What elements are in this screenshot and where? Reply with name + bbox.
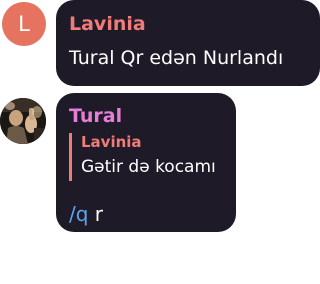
chat-view: L Lavinia Tural Qr edən Nurlandı Tural L… xyxy=(0,0,320,284)
reply-sender-name: Lavinia xyxy=(81,133,142,151)
user-photo-icon xyxy=(0,98,46,144)
reply-text: Gətir də kocamı xyxy=(81,157,216,177)
avatar-lavinia[interactable]: L xyxy=(2,2,46,46)
message-bubble[interactable]: Tural Lavinia Gətir də kocamı /q r xyxy=(56,93,236,232)
avatar-tural[interactable] xyxy=(0,98,46,144)
message-bubble[interactable]: Lavinia Tural Qr edən Nurlandı xyxy=(56,0,320,86)
bot-command-link[interactable]: /q xyxy=(69,202,88,226)
sender-name[interactable]: Lavinia xyxy=(69,12,306,36)
command-argument: r xyxy=(94,202,104,226)
message-text: /q r xyxy=(69,201,222,227)
message-text: Tural Qr edən Nurlandı xyxy=(69,47,284,69)
avatar-letter: L xyxy=(18,12,30,36)
sender-name[interactable]: Tural xyxy=(69,104,222,128)
reply-quote[interactable]: Lavinia Gətir də kocamı xyxy=(69,133,222,181)
